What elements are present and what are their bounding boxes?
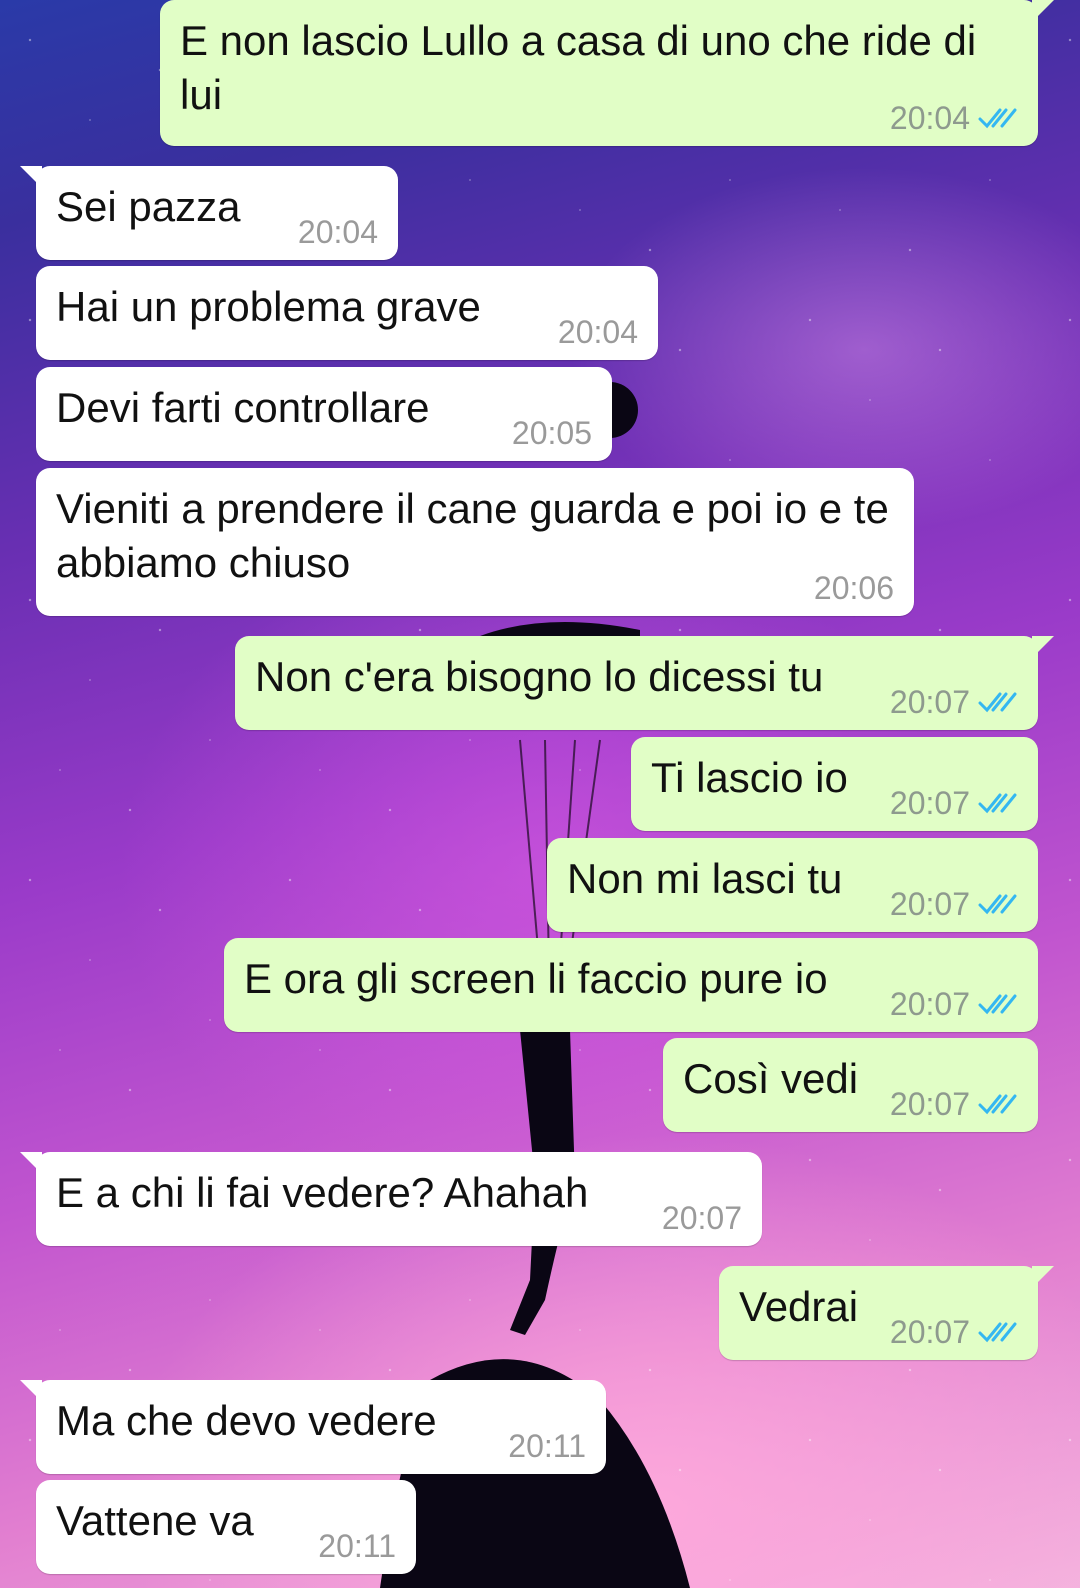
chat-message-list[interactable]: E non lascio Lullo a casa di uno che rid… bbox=[0, 0, 1080, 1588]
message-bubble-outgoing[interactable]: E non lascio Lullo a casa di uno che rid… bbox=[160, 0, 1054, 146]
message-text: Ma che devo vedere bbox=[56, 1397, 437, 1444]
message-text: E ora gli screen li faccio pure io bbox=[244, 955, 828, 1002]
message-text: Hai un problema grave bbox=[56, 283, 481, 330]
message-bubble-incoming[interactable]: Devi farti controllare 20:05 bbox=[36, 367, 612, 461]
message-time: 20:11 bbox=[508, 1428, 586, 1464]
message-bubble-incoming[interactable]: E a chi li fai vedere? Ahahah 20:07 bbox=[20, 1152, 762, 1246]
message-bubble-outgoing[interactable]: Vedrai 20:07 bbox=[719, 1266, 1054, 1360]
message-time: 20:11 bbox=[318, 1528, 396, 1564]
double-check-icon bbox=[978, 994, 1017, 1015]
message-bubble-incoming[interactable]: Hai un problema grave 20:04 bbox=[36, 266, 658, 360]
message-text: E a chi li fai vedere? Ahahah bbox=[56, 1169, 589, 1216]
message-time: 20:07 bbox=[889, 886, 970, 922]
message-meta: 20:07 bbox=[890, 1316, 1018, 1348]
message-text: Non mi lasci tu bbox=[567, 855, 843, 902]
message-bubble-outgoing[interactable]: Non c'era bisogno lo dicessi tu 20:07 bbox=[235, 636, 1054, 730]
double-check-icon bbox=[978, 1094, 1017, 1115]
message-time: 20:07 bbox=[889, 986, 970, 1022]
message-meta: 20:11 bbox=[508, 1430, 586, 1462]
message-meta: 20:07 bbox=[890, 1088, 1018, 1120]
message-meta: 20:07 bbox=[890, 888, 1018, 920]
message-time: 20:07 bbox=[889, 785, 970, 821]
message-text: Devi farti controllare bbox=[56, 384, 430, 431]
double-check-icon bbox=[978, 894, 1017, 915]
message-text: Vieniti a prendere il cane guarda e poi … bbox=[56, 485, 889, 586]
message-time: 20:06 bbox=[813, 570, 894, 606]
message-meta: 20:07 bbox=[890, 787, 1018, 819]
message-bubble-outgoing[interactable]: E ora gli screen li faccio pure io 20:07 bbox=[224, 938, 1038, 1032]
message-time: 20:07 bbox=[889, 1086, 970, 1122]
message-time: 20:07 bbox=[889, 1314, 970, 1350]
message-text: Vedrai bbox=[739, 1283, 859, 1330]
double-check-icon bbox=[978, 1322, 1017, 1343]
message-meta: 20:07 bbox=[890, 988, 1018, 1020]
message-meta: 20:06 bbox=[814, 572, 894, 604]
message-meta: 20:04 bbox=[558, 316, 638, 348]
message-meta: 20:07 bbox=[890, 686, 1018, 718]
double-check-icon bbox=[978, 793, 1017, 814]
message-text: Sei pazza bbox=[56, 183, 241, 230]
message-bubble-incoming[interactable]: Vattene va 20:11 bbox=[36, 1480, 416, 1574]
message-meta: 20:05 bbox=[512, 417, 592, 449]
message-meta: 20:04 bbox=[890, 102, 1018, 134]
message-meta: 20:11 bbox=[318, 1530, 396, 1562]
double-check-icon bbox=[978, 692, 1017, 713]
message-time: 20:04 bbox=[889, 100, 970, 136]
message-meta: 20:07 bbox=[662, 1202, 742, 1234]
message-bubble-outgoing[interactable]: Non mi lasci tu 20:07 bbox=[547, 838, 1038, 932]
message-time: 20:05 bbox=[511, 415, 592, 451]
message-time: 20:07 bbox=[661, 1200, 742, 1236]
message-text: Non c'era bisogno lo dicessi tu bbox=[255, 653, 824, 700]
message-time: 20:04 bbox=[297, 214, 378, 250]
message-text: Ti lascio io bbox=[651, 754, 848, 801]
message-meta: 20:04 bbox=[298, 216, 378, 248]
message-bubble-incoming[interactable]: Sei pazza 20:04 bbox=[20, 166, 398, 260]
message-text: Vattene va bbox=[56, 1497, 254, 1544]
double-check-icon bbox=[978, 108, 1017, 129]
message-bubble-incoming[interactable]: Vieniti a prendere il cane guarda e poi … bbox=[36, 468, 914, 616]
message-bubble-incoming[interactable]: Ma che devo vedere 20:11 bbox=[20, 1380, 606, 1474]
message-bubble-outgoing[interactable]: Ti lascio io 20:07 bbox=[631, 737, 1038, 831]
message-bubble-outgoing[interactable]: Così vedi 20:07 bbox=[663, 1038, 1038, 1132]
message-time: 20:07 bbox=[889, 684, 970, 720]
message-text: Così vedi bbox=[683, 1055, 859, 1102]
message-time: 20:04 bbox=[557, 314, 638, 350]
message-text: E non lascio Lullo a casa di uno che rid… bbox=[180, 17, 977, 118]
